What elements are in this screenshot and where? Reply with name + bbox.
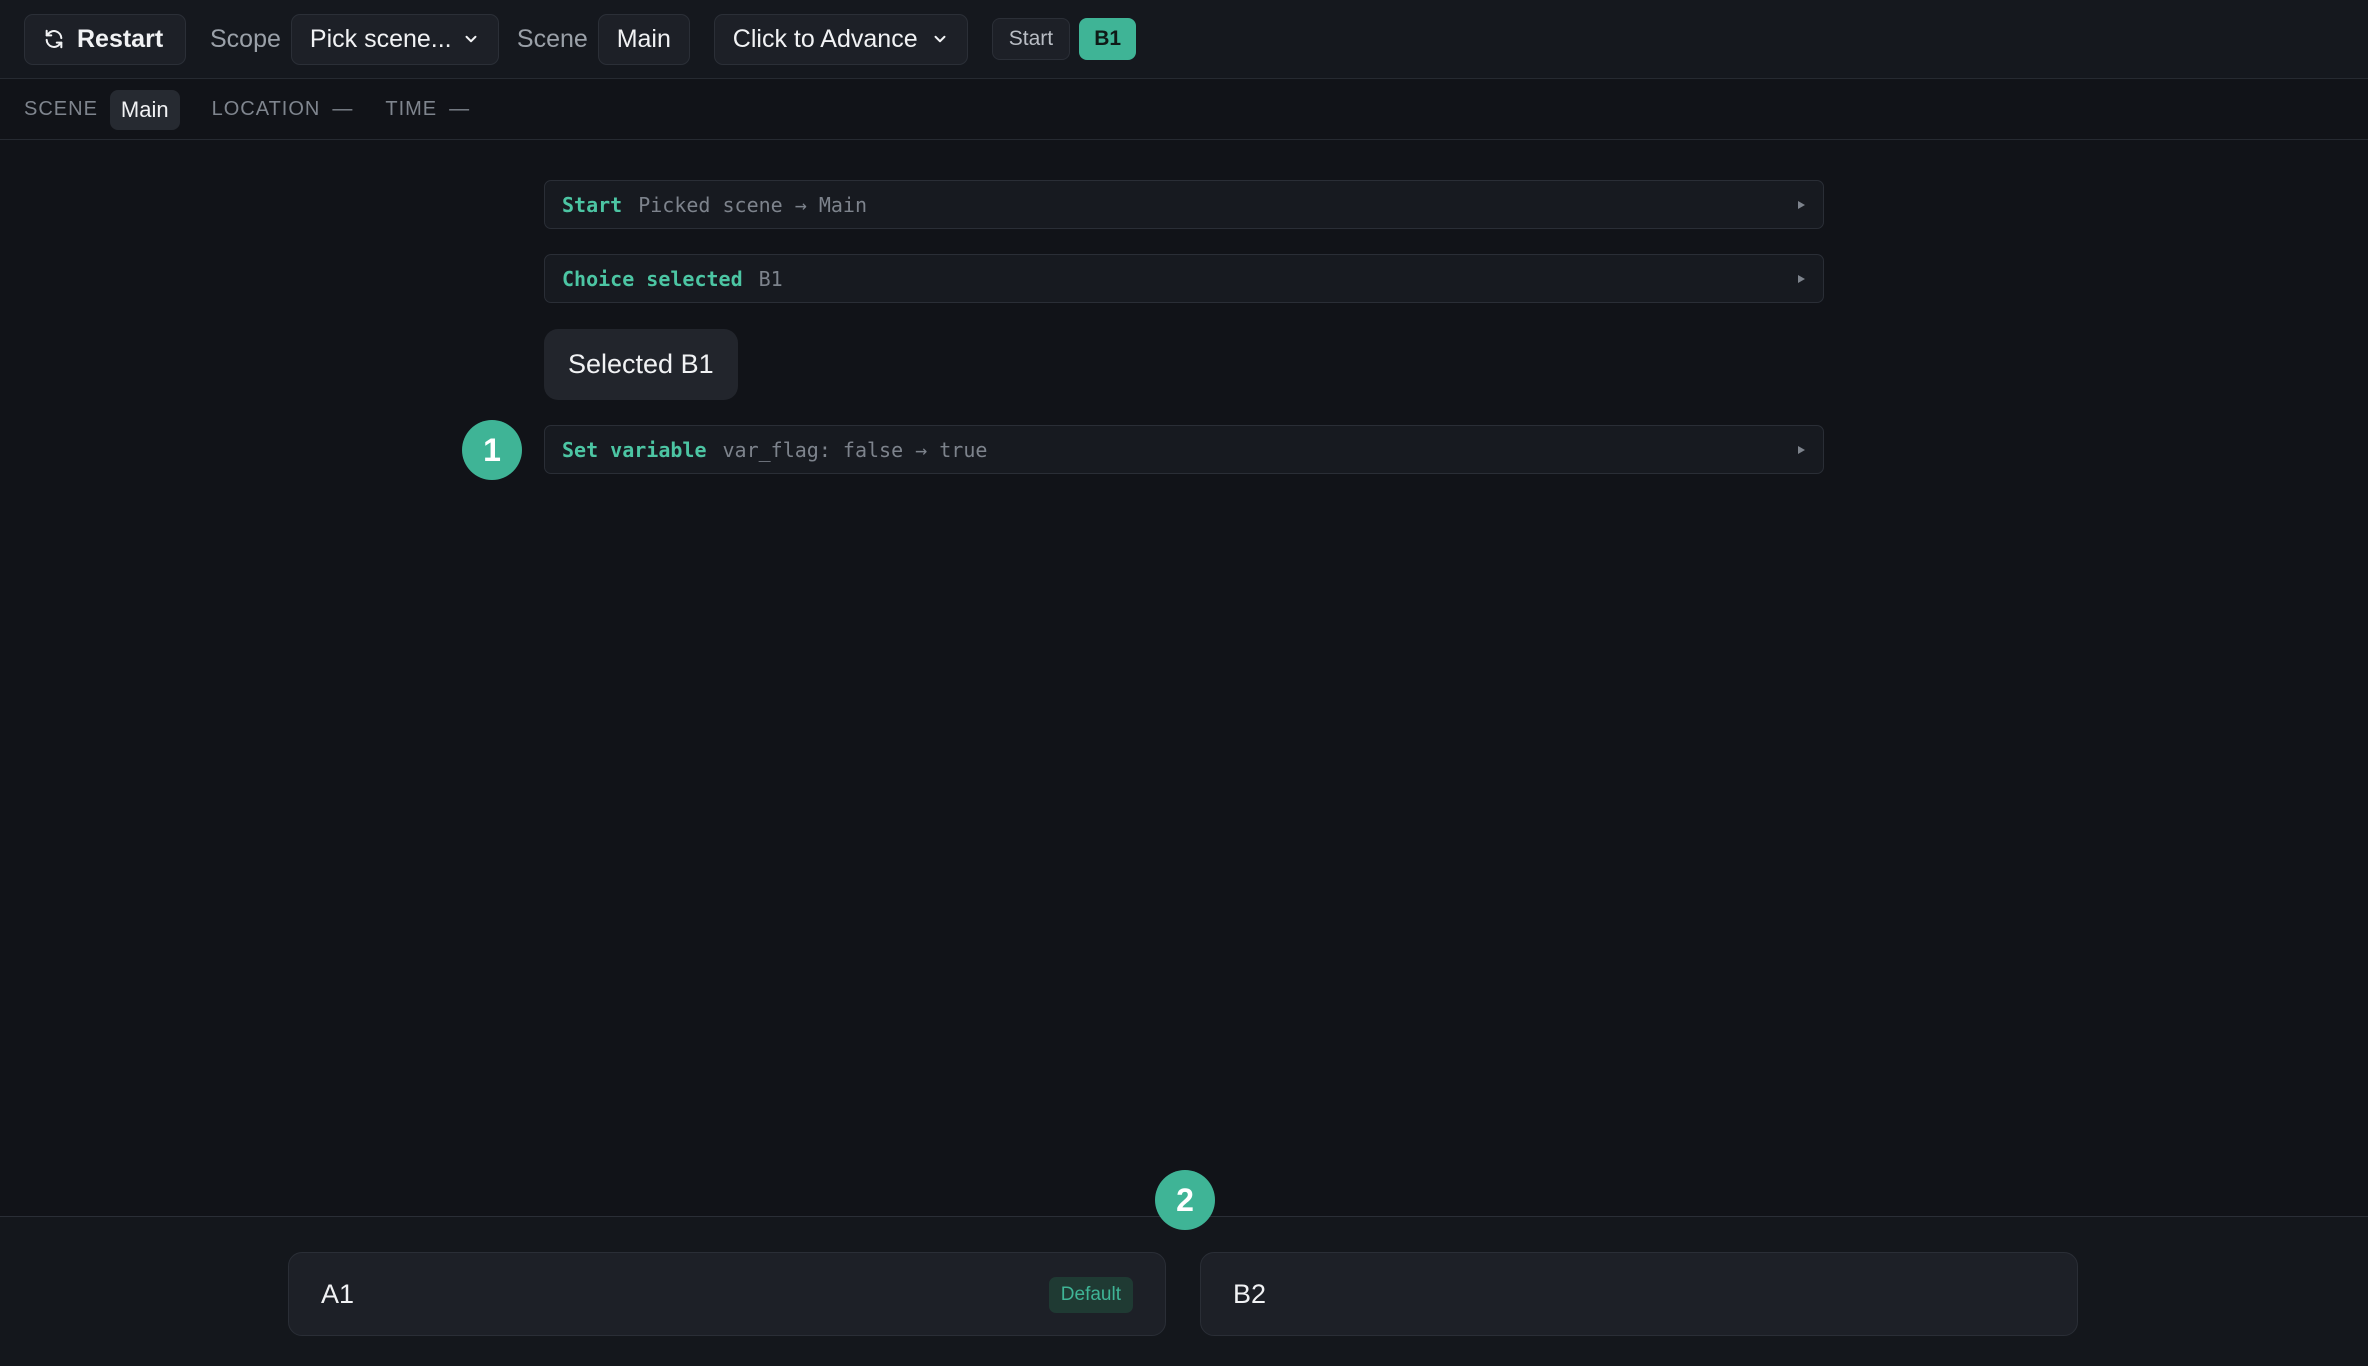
scene-label: Scene [516, 24, 588, 53]
time-key: TIME [385, 98, 438, 120]
log-entry-set-variable[interactable]: Set variable var_flag: false → true [544, 425, 1824, 474]
top-toolbar: Restart Scope Pick scene... Scene Main C… [0, 0, 2368, 79]
scope-select[interactable]: Pick scene... [290, 13, 499, 65]
expand-caret-icon [1798, 445, 1805, 454]
log-entry-key: Start [562, 192, 623, 217]
history-crumb-start[interactable]: Start [991, 18, 1071, 60]
history-crumb-current[interactable]: B1 [1079, 18, 1137, 60]
choice-label: B2 [1233, 1278, 1267, 1309]
expand-caret-icon [1798, 200, 1805, 209]
choice-b2-button[interactable]: B2 [1200, 1252, 2078, 1336]
advance-mode-value: Click to Advance [732, 24, 918, 53]
choice-label: A1 [321, 1278, 355, 1309]
time-value: — [449, 98, 471, 120]
log-entry-value: var_flag: false → true [722, 437, 988, 462]
advance-mode-select[interactable]: Click to Advance [713, 13, 968, 65]
log-entry-value: B1 [758, 266, 783, 291]
log-entry-start[interactable]: Start Picked scene → Main [544, 180, 1824, 229]
restart-button[interactable]: Restart [24, 13, 186, 65]
scene-value-button[interactable]: Main [597, 13, 690, 65]
log-entry-choice[interactable]: Choice selected B1 [544, 254, 1824, 303]
chevron-down-icon [934, 35, 946, 43]
chevron-down-icon [465, 35, 477, 43]
expand-caret-icon [1798, 274, 1805, 283]
choices-panel: A1 Default B2 [0, 1216, 2368, 1366]
dialogue-bubble: Selected B1 [544, 329, 738, 400]
step-marker-1: 1 [462, 420, 522, 480]
scene-info-bar: SCENE Main LOCATION — TIME — [0, 80, 2368, 140]
scope-label: Scope [210, 24, 281, 53]
scene-key: SCENE [24, 98, 98, 120]
default-badge: Default [1048, 1277, 1133, 1313]
log-entry-key: Set variable [562, 437, 707, 462]
log-entry-key: Choice selected [562, 266, 743, 291]
step-marker-2: 2 [1155, 1170, 1215, 1230]
restart-label: Restart [77, 24, 164, 53]
location-key: LOCATION [211, 98, 321, 120]
scene-value: Main [616, 24, 671, 53]
choice-a1-button[interactable]: A1 Default [288, 1252, 1166, 1336]
log-entry-value: Picked scene → Main [638, 192, 867, 217]
refresh-icon [45, 29, 63, 49]
location-value: — [332, 98, 354, 120]
scope-select-value: Pick scene... [309, 24, 452, 53]
scene-value-badge: Main [109, 89, 180, 130]
